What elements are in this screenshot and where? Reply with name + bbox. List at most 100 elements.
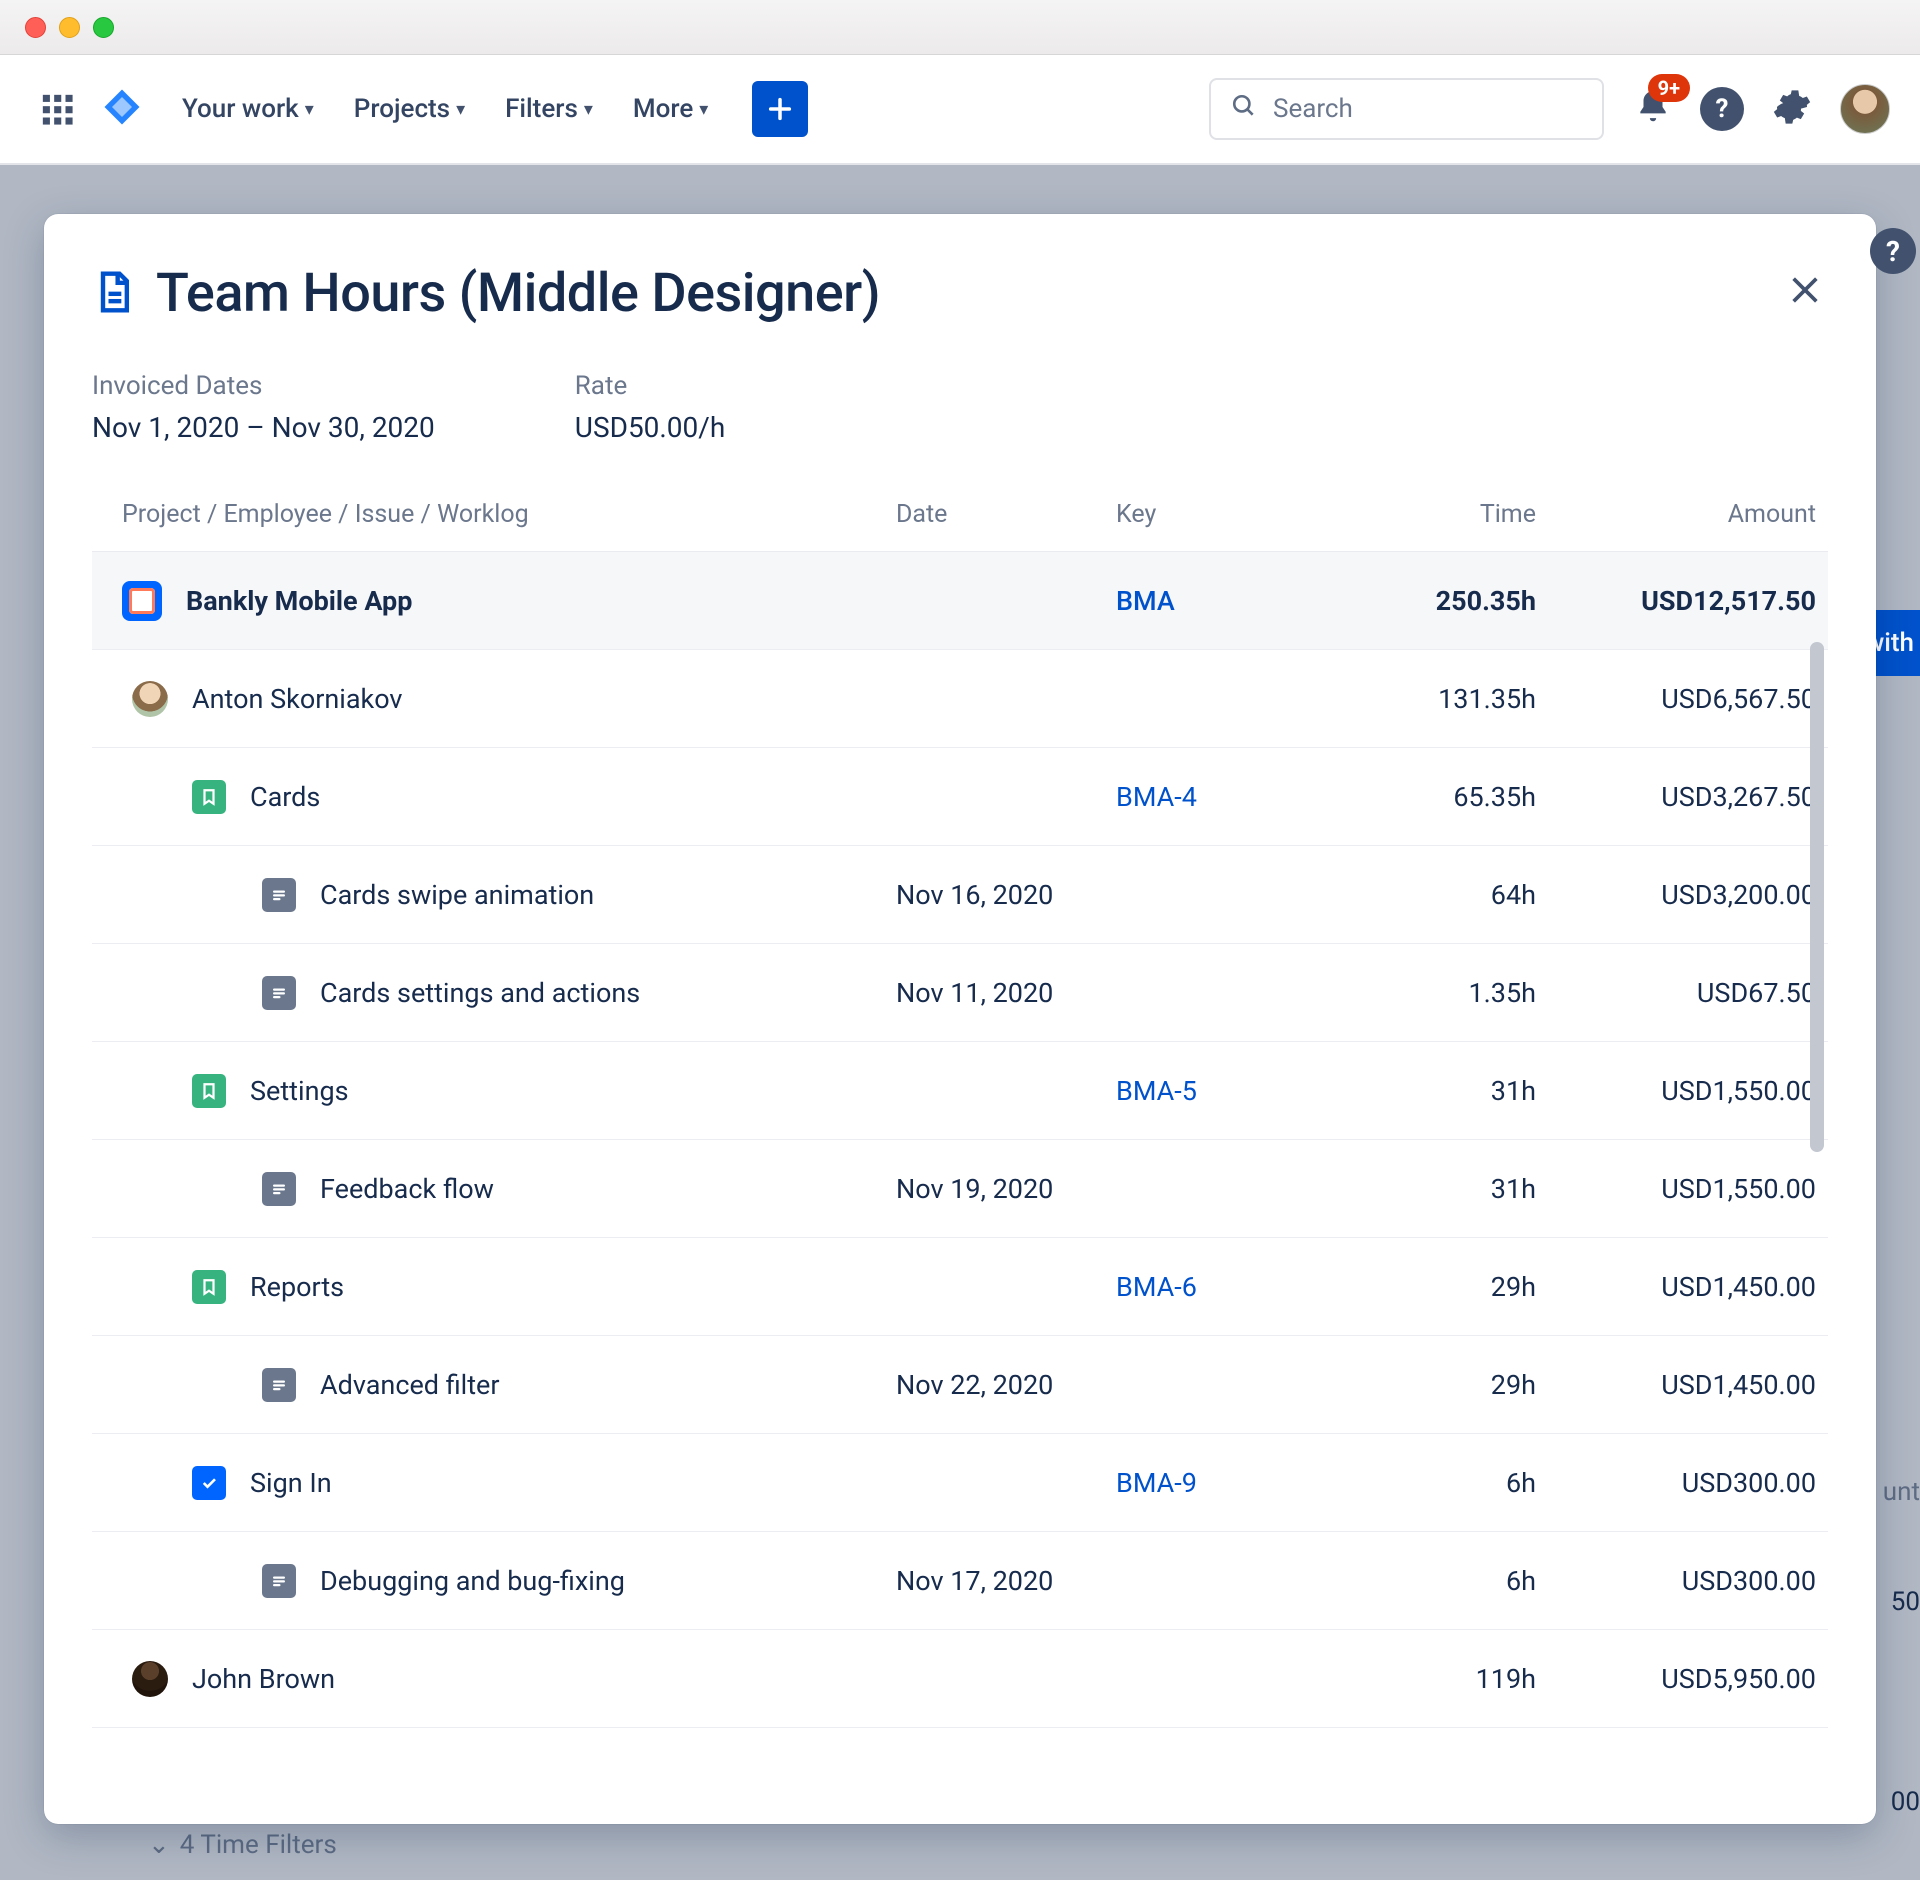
- table-row[interactable]: Anton Skorniakov 131.35hUSD6,567.50: [92, 650, 1828, 748]
- worklog-icon: [262, 1564, 296, 1598]
- row-time: 250.35h: [1316, 585, 1536, 617]
- close-button[interactable]: [1782, 263, 1828, 324]
- row-amount: USD1,550.00: [1536, 1173, 1816, 1205]
- row-time: 1.35h: [1316, 977, 1536, 1009]
- user-avatar-icon: [132, 1661, 168, 1697]
- nav-label: Projects: [354, 94, 450, 124]
- rate-value: USD50.00/h: [575, 411, 725, 444]
- col-amount: Amount: [1536, 500, 1816, 529]
- help-float-button[interactable]: ?: [1870, 228, 1916, 274]
- row-amount: USD3,267.50: [1536, 781, 1816, 813]
- chevron-down-icon: ▾: [456, 99, 465, 120]
- row-time: 29h: [1316, 1271, 1536, 1303]
- row-time: 131.35h: [1316, 683, 1536, 715]
- row-amount: USD1,450.00: [1536, 1271, 1816, 1303]
- row-date: Nov 16, 2020: [896, 879, 1116, 911]
- row-amount: USD12,517.50: [1536, 585, 1816, 617]
- worklog-icon: [262, 976, 296, 1010]
- issue-key-link[interactable]: BMA-6: [1116, 1271, 1316, 1303]
- user-avatar[interactable]: [1840, 84, 1890, 134]
- row-amount: USD3,200.00: [1536, 879, 1816, 911]
- story-icon: [192, 1074, 226, 1108]
- row-name: John Brown: [192, 1663, 335, 1695]
- window-titlebar: [0, 0, 1920, 55]
- issue-key-link[interactable]: BMA: [1116, 585, 1316, 617]
- window-minimize-icon[interactable]: [59, 17, 80, 38]
- row-amount: USD5,950.00: [1536, 1663, 1816, 1695]
- settings-button[interactable]: [1772, 87, 1812, 131]
- row-date: Nov 11, 2020: [896, 977, 1116, 1009]
- nav-more[interactable]: More▾: [633, 94, 708, 124]
- issue-key-link[interactable]: BMA-4: [1116, 781, 1316, 813]
- question-icon: ?: [1886, 235, 1900, 268]
- chevron-down-icon: ▾: [699, 99, 708, 120]
- chevron-down-icon: ▾: [305, 99, 314, 120]
- time-filters-toggle[interactable]: ⌄ 4 Time Filters: [148, 1830, 337, 1860]
- scrollbar-thumb[interactable]: [1810, 642, 1824, 1152]
- window-close-icon[interactable]: [25, 17, 46, 38]
- worklog-icon: [262, 1368, 296, 1402]
- table-row[interactable]: Sign In BMA-96hUSD300.00: [92, 1434, 1828, 1532]
- app-switcher-icon[interactable]: [40, 92, 74, 126]
- window-maximize-icon[interactable]: [93, 17, 114, 38]
- notifications-button[interactable]: 9+: [1634, 88, 1672, 130]
- row-time: 64h: [1316, 879, 1536, 911]
- story-icon: [192, 780, 226, 814]
- close-icon: [1788, 273, 1822, 307]
- col-key: Key: [1116, 500, 1316, 529]
- bg-fragment-unt: unt: [1883, 1477, 1920, 1507]
- table-header: Project / Employee / Issue / Worklog Dat…: [92, 478, 1828, 552]
- row-time: 6h: [1316, 1467, 1536, 1499]
- row-name: Cards settings and actions: [320, 977, 640, 1009]
- nav-your-work[interactable]: Your work▾: [182, 94, 314, 124]
- notification-badge: 9+: [1648, 74, 1690, 102]
- row-name: Cards swipe animation: [320, 879, 594, 911]
- row-time: 119h: [1316, 1663, 1536, 1695]
- question-icon: ?: [1716, 94, 1729, 124]
- document-icon: [92, 270, 136, 318]
- col-name: Project / Employee / Issue / Worklog: [122, 500, 896, 529]
- table-row[interactable]: Cards settings and actions Nov 11, 2020 1.…: [92, 944, 1828, 1042]
- create-button[interactable]: [752, 81, 808, 137]
- issue-key-link[interactable]: BMA-9: [1116, 1467, 1316, 1499]
- rate-block: Rate USD50.00/h: [575, 371, 725, 444]
- row-date: Nov 22, 2020: [896, 1369, 1116, 1401]
- search-input[interactable]: Search: [1209, 78, 1604, 140]
- table-row[interactable]: SettingsBMA-531hUSD1,550.00: [92, 1042, 1828, 1140]
- nav-filters[interactable]: Filters ▾: [505, 94, 593, 124]
- table-row[interactable]: Bankly Mobile AppBMA250.35hUSD12,517.50: [92, 552, 1828, 650]
- row-name: Sign In: [250, 1467, 332, 1499]
- table-row[interactable]: John Brown 119hUSD5,950.00: [92, 1630, 1828, 1728]
- table-row[interactable]: Feedback flowNov 19, 202031hUSD1,550.00: [92, 1140, 1828, 1238]
- table-row[interactable]: Reports BMA-629hUSD1,450.00: [92, 1238, 1828, 1336]
- help-button[interactable]: ?: [1700, 87, 1744, 131]
- invoiced-dates-value: Nov 1, 2020 – Nov 30, 2020: [92, 411, 435, 444]
- worklog-table: Project / Employee / Issue / Worklog Dat…: [92, 478, 1828, 1824]
- row-time: 31h: [1316, 1173, 1536, 1205]
- invoice-detail-modal: Team Hours (Middle Designer) Invoiced Da…: [44, 214, 1876, 1824]
- issue-key-link[interactable]: BMA-5: [1116, 1075, 1316, 1107]
- search-placeholder: Search: [1273, 94, 1353, 124]
- search-icon: [1231, 93, 1257, 126]
- chevron-down-icon: ▾: [584, 99, 593, 120]
- row-name: Anton Skorniakov: [192, 683, 403, 715]
- nav-projects[interactable]: Projects ▾: [354, 94, 465, 124]
- row-amount: USD300.00: [1536, 1467, 1816, 1499]
- story-icon: [192, 1270, 226, 1304]
- table-row[interactable]: Cards swipe animation Nov 16, 2020 64hUSD3…: [92, 846, 1828, 944]
- row-name: Reports: [250, 1271, 344, 1303]
- invoiced-dates-block: Invoiced Dates Nov 1, 2020 – Nov 30, 202…: [92, 371, 435, 444]
- row-amount: USD1,550.00: [1536, 1075, 1816, 1107]
- row-amount: USD6,567.50: [1536, 683, 1816, 715]
- col-time: Time: [1316, 500, 1536, 529]
- table-row[interactable]: Advanced filterNov 22, 202029hUSD1,450.0…: [92, 1336, 1828, 1434]
- row-date: Nov 17, 2020: [896, 1565, 1116, 1597]
- table-row[interactable]: Debugging and bug-fixingNov 17, 20206hUS…: [92, 1532, 1828, 1630]
- gear-icon: [1772, 87, 1812, 127]
- row-name: Feedback flow: [320, 1173, 494, 1205]
- bg-fragment-50: 50: [1891, 1581, 1920, 1623]
- jira-logo-icon[interactable]: [102, 87, 142, 131]
- table-row[interactable]: CardsBMA-465.35hUSD3,267.50: [92, 748, 1828, 846]
- project-icon: [122, 581, 162, 621]
- nav-label: Filters: [505, 94, 578, 124]
